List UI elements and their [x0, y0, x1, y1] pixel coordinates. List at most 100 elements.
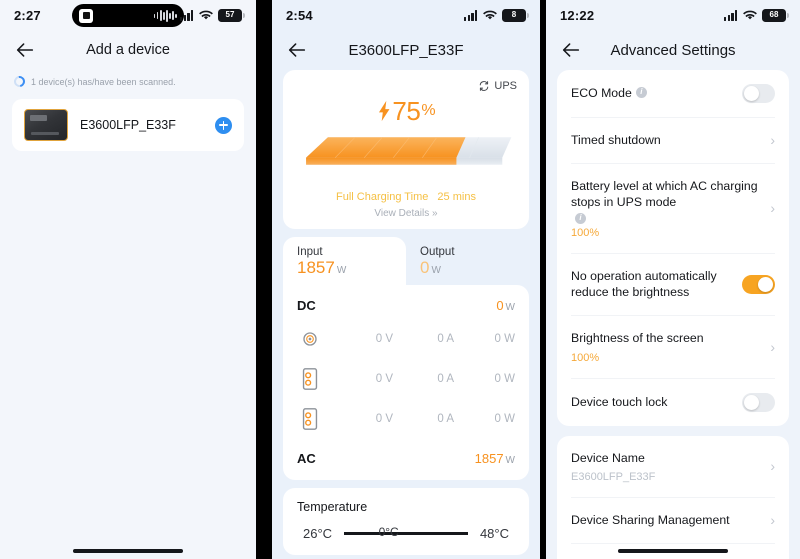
- status-bar-panel2: 2:54 8: [272, 0, 540, 30]
- nav-bar-panel2: E3600LFP_E33F: [272, 30, 540, 70]
- dc-port-volts: 0 V: [375, 373, 393, 385]
- view-details-label: View Details: [374, 208, 430, 219]
- setting-label: Timed shutdown: [571, 133, 661, 147]
- battery-percent: 68: [769, 10, 779, 19]
- view-details-link[interactable]: View Details »: [295, 208, 517, 219]
- chevron-right-icon: »: [432, 208, 438, 219]
- screen-advanced-settings: 12:22 68 Advanced Settings ECO Mode i Ti…: [546, 0, 800, 559]
- info-icon[interactable]: i: [575, 212, 586, 224]
- eco-mode-toggle[interactable]: [742, 84, 775, 103]
- temperature-title: Temperature: [297, 500, 368, 514]
- ac-label: AC: [297, 451, 316, 466]
- setting-label: Brightness of the screen: [571, 330, 704, 345]
- cellular-icon: [724, 9, 738, 21]
- nav-bar-panel3: Advanced Settings: [546, 30, 800, 70]
- setting-label: Device Name: [571, 450, 645, 465]
- status-bar-panel1: 2:27 57: [0, 0, 256, 30]
- battery-percent: 57: [225, 10, 235, 19]
- nav-bar-panel1: Add a device: [0, 30, 256, 70]
- setting-value: 100%: [571, 351, 600, 364]
- auto-reduce-brightness-toggle[interactable]: [742, 274, 775, 294]
- setting-label: No operation automatically reduce the br…: [571, 268, 717, 300]
- dc-port-amps: 0 A: [437, 373, 454, 385]
- ups-badge[interactable]: UPS: [295, 80, 517, 92]
- chevron-right-icon: ›: [770, 200, 775, 217]
- battery-3d-graphic: [297, 131, 515, 179]
- battery-percent-value: 75: [392, 96, 421, 126]
- tab-output-unit: W: [431, 265, 441, 276]
- charging-time-label: Full Charging Time: [336, 191, 429, 203]
- tab-input-label: Input: [297, 246, 323, 258]
- battery-indicator: 57: [218, 8, 245, 22]
- chevron-right-icon: ›: [770, 132, 775, 149]
- dc-port-amps: 0 A: [437, 333, 454, 345]
- battery-indicator: 68: [762, 8, 789, 22]
- setting-row-screen-brightness[interactable]: Brightness of the screen 100% ›: [571, 316, 775, 379]
- setting-label: Device Sharing Management: [571, 513, 730, 528]
- dc-section-header: DC 0W: [297, 289, 515, 319]
- tab-input-unit: W: [336, 265, 347, 276]
- scan-status-text: 1 device(s) has/have been scanned.: [31, 76, 176, 87]
- tab-input[interactable]: Input 1857 W: [283, 237, 406, 285]
- dc-port-row: 0 V 0 A 0 W: [297, 399, 515, 439]
- full-charging-time: Full Charging Time 25 mins: [295, 191, 517, 203]
- status-icons: 57: [180, 8, 245, 22]
- dc-port-watts: 0 W: [494, 413, 515, 425]
- power-station-thumbnail: [24, 109, 68, 141]
- status-icons: 8: [464, 8, 529, 22]
- home-indicator: [618, 549, 728, 553]
- chevron-right-icon: ›: [770, 338, 775, 355]
- tab-output[interactable]: Output 0W: [406, 237, 529, 285]
- setting-label: Battery level at which AC charging stops…: [571, 178, 758, 210]
- temperature-card: Temperature 26°C 0°C 48°C: [283, 488, 529, 555]
- dc-port-watts: 0 W: [494, 373, 515, 385]
- dc-port-watts: 0 W: [494, 333, 515, 345]
- device-touch-lock-toggle[interactable]: [742, 392, 775, 412]
- audio-waveform-icon: [153, 9, 177, 22]
- setting-row-device-sharing[interactable]: Device Sharing Management ›: [571, 498, 775, 544]
- battery-percent: 8: [511, 10, 517, 19]
- ups-cycle-icon: [480, 81, 489, 91]
- info-icon[interactable]: i: [635, 87, 647, 99]
- dc-port-row: 0 V 0 A 0 W: [297, 359, 515, 399]
- temperature-bar: 0°C: [344, 525, 468, 539]
- tab-output-value: 0: [420, 258, 430, 277]
- chevron-right-icon: ›: [770, 512, 775, 529]
- settings-group-primary: ECO Mode i Timed shutdown › Battery leve…: [557, 70, 789, 426]
- back-arrow-icon[interactable]: [560, 39, 582, 61]
- device-name-label: E3600LFP_E33F: [80, 118, 176, 132]
- temperature-scale: 26°C 0°C 48°C: [297, 525, 515, 541]
- status-time: 2:27: [14, 7, 41, 23]
- setting-row-eco-mode[interactable]: ECO Mode i: [571, 70, 775, 118]
- scanned-device-item[interactable]: E3600LFP_E33F: [12, 99, 244, 151]
- recording-indicator-icon: [79, 8, 93, 23]
- dc-total-unit: W: [505, 302, 515, 313]
- setting-row-auto-reduce-brightness[interactable]: No operation automatically reduce the br…: [571, 254, 775, 316]
- battery-status-card: UPS 75 % Full Charging Time 25 mins View…: [283, 70, 529, 229]
- cellular-icon: [180, 9, 194, 21]
- io-tab-bar: Input 1857 W Output 0W: [283, 237, 529, 285]
- dc-total-value: 0: [496, 298, 504, 313]
- charging-bolt-icon: [379, 100, 390, 122]
- add-plus-icon[interactable]: [215, 116, 232, 134]
- battery-indicator: 8: [502, 8, 529, 22]
- back-arrow-icon[interactable]: [14, 39, 36, 61]
- io-body: DC 0W 0 V 0 A 0 W 0 V 0 A 0 W 0 V 0 A 0 …: [283, 285, 529, 480]
- tab-output-label: Output: [420, 246, 455, 258]
- three-phone-screenshots: 2:27 57 Add a device 1 device(s) has/hav…: [0, 0, 800, 559]
- status-time: 2:54: [286, 7, 313, 23]
- setting-row-device-touch-lock[interactable]: Device touch lock: [571, 379, 775, 426]
- dc-port-volts: 0 V: [375, 333, 393, 345]
- wifi-icon: [199, 10, 213, 19]
- ac-total-value: 1857: [474, 451, 504, 466]
- dc-round-port-icon: [297, 327, 323, 351]
- cellular-icon: [464, 9, 478, 21]
- status-time: 12:22: [560, 7, 595, 23]
- ups-label: UPS: [494, 80, 517, 92]
- setting-row-ups-battery-level[interactable]: Battery level at which AC charging stops…: [571, 164, 775, 254]
- status-icons: 68: [724, 8, 789, 22]
- setting-row-timed-shutdown[interactable]: Timed shutdown ›: [571, 118, 775, 164]
- setting-row-device-name[interactable]: Device Name E3600LFP_E33F ›: [571, 436, 775, 499]
- back-arrow-icon[interactable]: [286, 39, 308, 61]
- page-title: Add a device: [86, 42, 170, 58]
